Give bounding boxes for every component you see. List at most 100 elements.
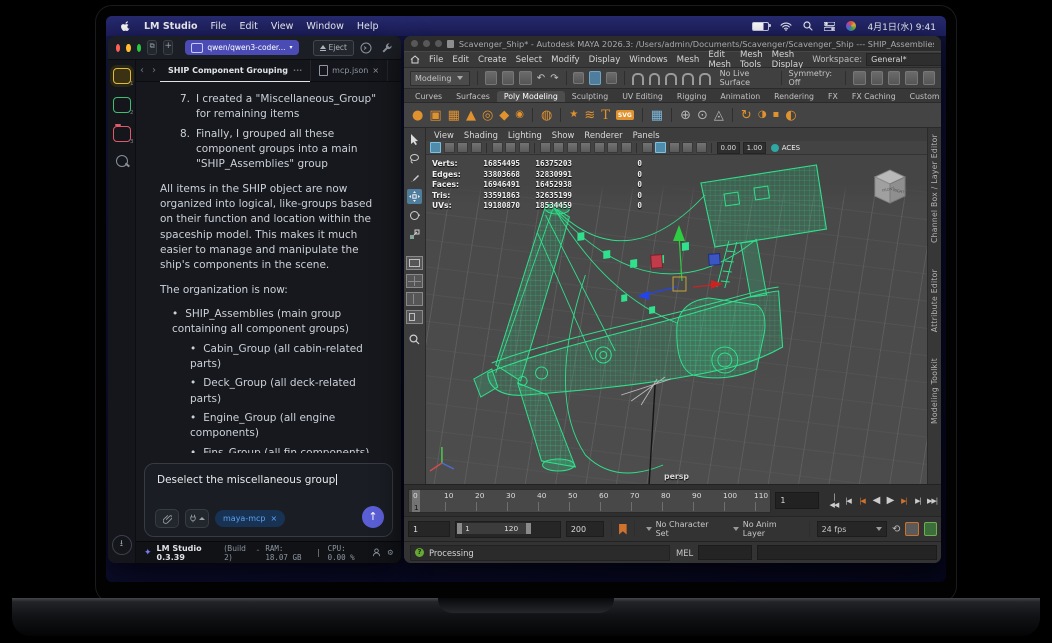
- rotate-tool-icon[interactable]: [407, 208, 422, 223]
- step-back-frame-button[interactable]: |◀: [843, 497, 853, 505]
- tab-more-icon[interactable]: ···: [293, 66, 302, 75]
- terminal-icon[interactable]: [360, 42, 372, 54]
- layout-four-pane-button[interactable]: [406, 274, 423, 288]
- character-icon[interactable]: [887, 71, 901, 85]
- shelf-tab-fx[interactable]: FX: [821, 91, 845, 102]
- shaded-icon[interactable]: [553, 142, 564, 153]
- oversampling-icon[interactable]: [518, 142, 530, 153]
- mcp-server-pill[interactable]: maya-mcp ×: [215, 510, 286, 527]
- zoom-tool-icon[interactable]: [407, 332, 422, 347]
- control-center-icon[interactable]: [824, 21, 836, 31]
- maya-menu-mesh[interactable]: Mesh: [677, 55, 700, 65]
- shelf-tab-fx-caching[interactable]: FX Caching: [845, 91, 903, 102]
- new-window-icon[interactable]: ⧉: [147, 40, 158, 55]
- panel-menu-view[interactable]: View: [434, 130, 454, 140]
- 2d-pan-zoom-icon[interactable]: [505, 142, 516, 153]
- go-to-end-button[interactable]: ▶▶|: [927, 497, 938, 505]
- user-icon[interactable]: [372, 548, 381, 557]
- menu-set-dropdown[interactable]: Modeling: [410, 70, 470, 86]
- poly-cone-icon[interactable]: ▲: [466, 109, 476, 122]
- wireframe-icon[interactable]: [539, 142, 551, 153]
- wrench-icon[interactable]: [381, 42, 393, 54]
- maya-menu-display[interactable]: Display: [589, 55, 621, 65]
- combine-icon[interactable]: ◬: [714, 109, 724, 122]
- loop-icon[interactable]: ⟲: [892, 524, 900, 535]
- shelf-tab-uv-editing[interactable]: UV Editing: [615, 91, 670, 102]
- tab-mcp-json[interactable]: mcp.json ×: [310, 60, 389, 81]
- apple-logo-icon[interactable]: [120, 20, 131, 32]
- sidebar-discover-search-icon[interactable]: [115, 155, 128, 167]
- maya-menu-modify[interactable]: Modify: [551, 55, 579, 65]
- image-plane-icon[interactable]: [491, 142, 503, 153]
- close-button[interactable]: [116, 43, 121, 52]
- nav-back-button[interactable]: ‹: [136, 65, 148, 76]
- remesh-icon[interactable]: ▦: [651, 109, 663, 122]
- menu-edit[interactable]: Edit: [239, 21, 257, 32]
- snap-point-icon[interactable]: [665, 73, 678, 85]
- select-hierarchy-icon[interactable]: [573, 72, 585, 84]
- new-chat-button[interactable]: +: [163, 40, 174, 55]
- menu-file[interactable]: File: [211, 21, 227, 32]
- close-button[interactable]: [411, 40, 418, 47]
- bookmark-icon[interactable]: [470, 142, 482, 153]
- anim-layer-dropdown[interactable]: No Anim Layer: [729, 520, 802, 538]
- lock-camera-icon[interactable]: [443, 142, 455, 153]
- select-tool-icon[interactable]: [407, 132, 422, 147]
- shelf-tab-animation[interactable]: Animation: [713, 91, 767, 102]
- view-cube[interactable]: FRONT RIGHT: [867, 163, 913, 207]
- model-selector[interactable]: qwen/qwen3-coder... ▾: [185, 40, 299, 55]
- snap-view-plane-icon[interactable]: [698, 73, 711, 85]
- sweep-mesh-icon[interactable]: ★: [569, 110, 578, 120]
- select-object-icon[interactable]: [589, 71, 602, 85]
- eject-model-button[interactable]: Eject: [312, 39, 355, 56]
- menubar-clock[interactable]: 4月1日(水) 9:41: [867, 20, 936, 33]
- step-forward-frame-button[interactable]: ▶|: [913, 497, 923, 505]
- minimize-button[interactable]: [422, 40, 430, 47]
- shelf-tab-custom[interactable]: Custom: [903, 91, 941, 102]
- select-component-icon[interactable]: [606, 72, 617, 84]
- step-forward-key-button[interactable]: ▶|: [899, 497, 909, 505]
- animation-end-field[interactable]: 200: [565, 521, 605, 537]
- tab-channel-box[interactable]: Channel Box / Layer Editor: [930, 134, 939, 243]
- menu-view[interactable]: View: [271, 21, 294, 32]
- panel-menu-lighting[interactable]: Lighting: [508, 130, 542, 140]
- animation-start-field[interactable]: 1: [408, 521, 451, 537]
- viewport-3d-area[interactable]: Verts: 16854495 16375203 0 Edges: 33803668 32…: [426, 155, 927, 484]
- menubar-app-color-icon[interactable]: [846, 21, 857, 31]
- range-start-handle[interactable]: [457, 522, 463, 534]
- smooth-icon[interactable]: ↻: [741, 109, 752, 122]
- poly-sphere-icon[interactable]: ●: [412, 109, 423, 122]
- tab-close-icon[interactable]: ×: [372, 66, 379, 75]
- maya-menu-edit[interactable]: Edit: [452, 55, 469, 65]
- zoom-button[interactable]: [136, 43, 142, 52]
- tab-modeling-toolkit[interactable]: Modeling Toolkit: [930, 358, 939, 424]
- mel-result-field[interactable]: [757, 545, 938, 560]
- ipr-render-icon[interactable]: [870, 71, 883, 85]
- chevron-up-icon[interactable]: ⌃: [255, 549, 260, 556]
- select-camera-icon[interactable]: [430, 142, 441, 153]
- extrude-icon[interactable]: ▪: [773, 110, 780, 120]
- range-slider[interactable]: 1 120: [455, 520, 561, 538]
- sidebar-developer-icon[interactable]: 2: [112, 97, 134, 116]
- gamma-field[interactable]: 1.00: [742, 141, 767, 154]
- poly-cube-icon[interactable]: ▣: [429, 109, 441, 122]
- poly-plane-icon[interactable]: ◆: [499, 109, 509, 122]
- current-frame-field[interactable]: 1: [775, 492, 819, 509]
- camera-attributes-icon[interactable]: [457, 142, 468, 153]
- bevel-icon[interactable]: ◐: [785, 109, 796, 122]
- sidebar-models-folder-icon[interactable]: 3: [112, 124, 134, 145]
- maya-menu-mesh-display[interactable]: Mesh Display: [772, 50, 804, 70]
- mirror-icon[interactable]: ◑: [758, 110, 767, 120]
- mel-command-input[interactable]: [698, 545, 753, 560]
- platonic-solid-icon[interactable]: ◍: [541, 109, 552, 122]
- home-icon[interactable]: [410, 55, 420, 64]
- panel-menu-renderer[interactable]: Renderer: [584, 130, 622, 140]
- bookmark-icon[interactable]: [619, 523, 627, 535]
- mel-label[interactable]: MEL: [676, 548, 693, 558]
- perspective-viewport[interactable]: View Shading Lighting Show Renderer Pane…: [426, 128, 927, 484]
- maya-menu-mesh-tools[interactable]: Mesh Tools: [740, 50, 763, 70]
- sidebar-chat-icon[interactable]: 1: [112, 68, 134, 87]
- boolean-difference-icon[interactable]: ⊙: [697, 109, 708, 122]
- undo-icon[interactable]: ↶: [537, 73, 545, 84]
- shelf-tab-rendering[interactable]: Rendering: [767, 91, 821, 102]
